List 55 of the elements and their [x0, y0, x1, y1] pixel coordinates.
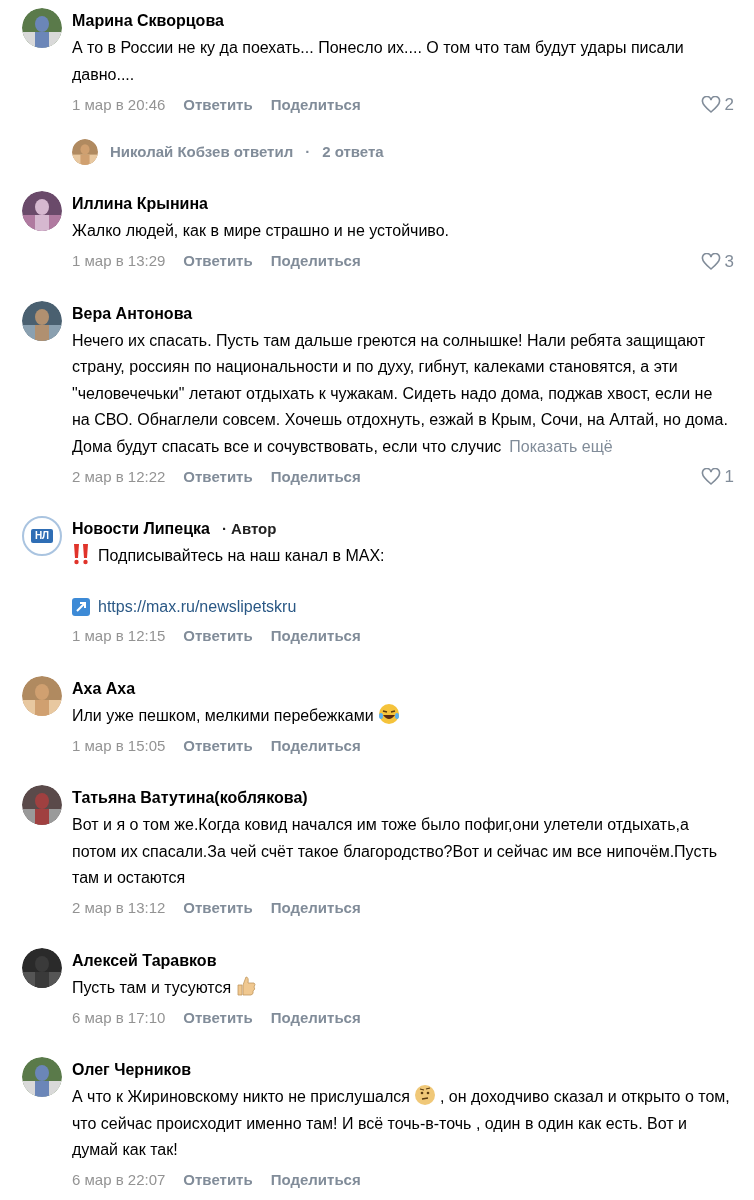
comment-date[interactable]: 1 мар в 20:46 [72, 93, 166, 117]
laughing-face-icon [377, 702, 400, 725]
logo-text: НЛ [30, 529, 54, 543]
comment-text: Подписывайтесь на наш канал в MAX: [72, 543, 732, 570]
comment-date[interactable]: 1 мар в 15:05 [72, 734, 166, 758]
reply-button[interactable]: Ответить [183, 1006, 253, 1030]
link[interactable]: https://max.ru/newslipetskru [98, 594, 297, 619]
reply-button[interactable]: Ответить [183, 1169, 253, 1192]
comment-text: Жалко людей, как в мире страшно и не устойчиво. [72, 221, 451, 241]
comment-date[interactable]: 1 мар в 13:29 [72, 250, 166, 273]
show-more-link[interactable]: Показать ещё [509, 433, 613, 460]
author-name[interactable]: Марина Скворцова [72, 9, 224, 33]
heart-icon [700, 468, 721, 486]
author-name[interactable]: Новости Липецка [72, 517, 210, 541]
reply-button[interactable]: Ответить [183, 625, 253, 648]
comment-text: Или уже пешком, мелкими перебежками [72, 702, 732, 729]
share-button[interactable]: Поделиться [270, 897, 361, 920]
like-button[interactable]: 1 [700, 464, 734, 490]
author-name[interactable]: Иллина Крынина [72, 192, 208, 216]
comment-text: Вот и я о том же.Когда ковид начался им тоже было пофиг,они улетели отдыхать,а потом их спасали.За чей счёт такое благородство?Вот и сейчас им все нипочём.Пусть там и остаются [72, 815, 719, 888]
comment-date[interactable]: 6 мар в 17:10 [72, 1006, 166, 1030]
reply-button[interactable]: Ответить [183, 897, 253, 920]
thinking-face-icon [413, 1084, 436, 1106]
comment-date[interactable]: 6 мар в 22:07 [72, 1169, 166, 1192]
comment-text: Нечего их спасать. Пусть там дальше греются на солнышке! Нали ребята защищают страну, россиян по национальности и по духу, гибнут, калеками становятся, а эти "человечечьки" летают отдыхать к чужакам. Сидеть надо дома, поджав хвост, если не на СВО. Обнаглели совсем. Хочешь отдохнуть, езжай в Крым, Сочи, на Алтай, но дома. Дома будут спасать все и сочувствовать, если что случис Показать ещё [72, 327, 732, 460]
share-button[interactable]: Поделиться [270, 1169, 361, 1192]
thumbs-up-icon [235, 974, 258, 997]
author-name[interactable]: Татьяна Ватутина(коблякова) [72, 786, 308, 810]
reply-button[interactable]: Ответить [183, 465, 253, 489]
author-name[interactable]: Алексей Таравков [72, 948, 217, 973]
reply-button[interactable]: Ответить [183, 93, 253, 117]
heart-icon [700, 96, 721, 114]
author-name[interactable]: Вера Антонова [72, 301, 193, 326]
comment-text: Пусть там и тусуются [72, 974, 732, 1001]
comment-text: А что к Жириновскому никто не прислушался , он доходчиво сказал и открыто о том, что сейчас происходит именно там! И всё точь-в-точь , один в один как есть. Вот и думай как так! [72, 1084, 732, 1164]
author-name[interactable]: Аха Аха [72, 676, 136, 701]
heart-icon [700, 252, 721, 271]
reply-button[interactable]: Ответить [183, 250, 253, 273]
reply-button[interactable]: Ответить [183, 734, 253, 758]
double-exclamation-icon [72, 543, 90, 565]
comment-date[interactable]: 2 мар в 13:12 [72, 897, 166, 920]
like-button[interactable]: 2 [700, 92, 734, 118]
share-button[interactable]: Поделиться [270, 465, 361, 489]
like-button[interactable]: 3 [700, 248, 734, 275]
author-name[interactable]: Олег Черников [72, 1058, 191, 1082]
comment-text: А то в России не ку да поехать... Понесло их.... О том что там будут удары писали давно.... [72, 38, 685, 85]
replies-link[interactable]: Николай Кобзев ответил · 2 ответа [72, 139, 384, 165]
share-button[interactable]: Поделиться [270, 1006, 361, 1030]
share-button[interactable]: Поделиться [270, 93, 361, 117]
share-button[interactable]: Поделиться [270, 734, 361, 758]
share-button[interactable]: Поделиться [270, 625, 361, 648]
comment-date[interactable]: 1 мар в 12:15 [72, 625, 166, 648]
share-button[interactable]: Поделиться [270, 250, 361, 273]
comment-date[interactable]: 2 мар в 12:22 [72, 465, 166, 489]
author-label: · Автор [221, 518, 277, 539]
